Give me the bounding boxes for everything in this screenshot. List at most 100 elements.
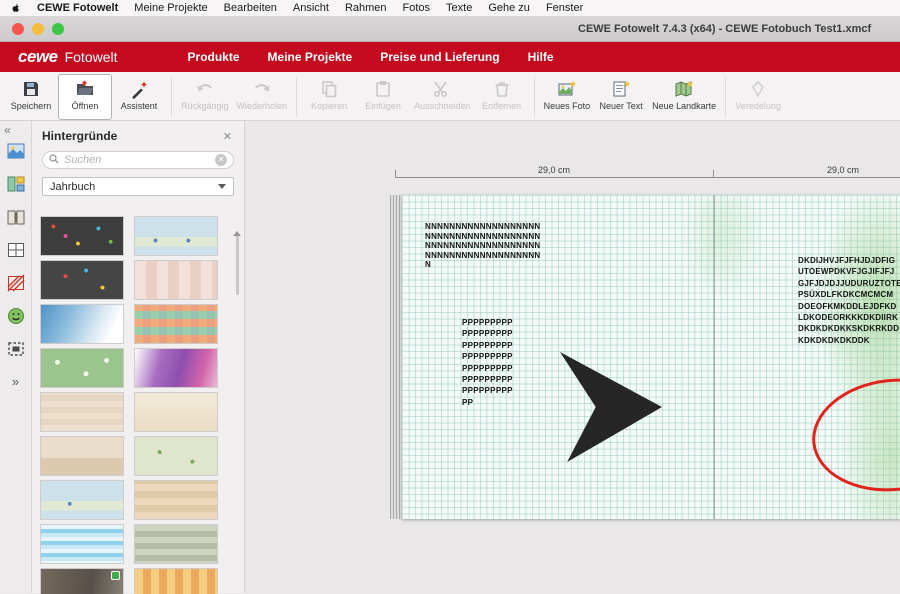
new-map-button[interactable]: Neue Landkarte (648, 74, 720, 120)
tool-rail: « » (0, 121, 32, 593)
new-text-icon (611, 79, 631, 99)
background-thumbnail[interactable] (40, 348, 124, 388)
copy-button-label: Kopieren (311, 101, 347, 111)
scissors-icon (432, 79, 452, 99)
red-circle-annotation[interactable] (807, 371, 900, 499)
window-title: CEWE Fotowelt 7.4.3 (x64) - CEWE Fotobuc… (578, 23, 871, 35)
nav-produkte[interactable]: Produkte (188, 50, 240, 64)
background-thumbnail[interactable] (134, 480, 218, 520)
close-panel-icon[interactable]: ✕ (223, 130, 232, 143)
menu-item-gehe-zu[interactable]: Gehe zu (488, 2, 530, 14)
undo-icon (195, 79, 215, 99)
menu-item-app[interactable]: CEWE Fotowelt (37, 2, 118, 14)
background-thumbnail[interactable] (134, 524, 218, 564)
menu-item-rahmen[interactable]: Rahmen (345, 2, 387, 14)
backgrounds-tab-active[interactable] (5, 273, 27, 293)
minimize-window-button[interactable] (32, 23, 44, 35)
search-icon (49, 151, 59, 169)
ruler-label-right-page: 29,0 cm (823, 165, 863, 175)
text-object-p[interactable]: PPPPPPPPP PPPPPPPPP PPPPPPPPP PPPPPPPPP … (462, 317, 513, 408)
new-photo-button[interactable]: Neues Foto (540, 74, 595, 120)
background-thumbnail[interactable] (40, 260, 124, 300)
panel-scrollbar[interactable] (233, 214, 242, 591)
new-text-button-label: Neuer Text (599, 101, 642, 111)
photos-tab[interactable] (5, 141, 27, 161)
toolbar-separator (296, 77, 297, 117)
horizontal-ruler (395, 177, 900, 178)
open-folder-icon (75, 79, 95, 99)
menu-item-texte[interactable]: Texte (446, 2, 472, 14)
new-text-button[interactable]: Neuer Text (594, 74, 648, 120)
brand-nav: Produkte Meine Projekte Preise und Liefe… (188, 50, 554, 64)
assistant-button-label: Assistent (121, 101, 158, 111)
menu-item-fotos[interactable]: Fotos (403, 2, 431, 14)
nav-meine-projekte[interactable]: Meine Projekte (268, 50, 353, 64)
background-thumbnail[interactable] (40, 524, 124, 564)
close-window-button[interactable] (12, 23, 24, 35)
app-window: CEWE Fotowelt Meine Projekte Bearbeiten … (0, 0, 900, 594)
cewe-logo: cewe (18, 47, 58, 67)
collapse-panel-chevron-icon[interactable]: « (4, 123, 11, 137)
background-thumbnail[interactable] (40, 392, 124, 432)
pages-tab[interactable] (5, 207, 27, 227)
background-thumbnail[interactable] (40, 480, 124, 520)
background-thumbnail[interactable] (40, 436, 124, 476)
frames-tab[interactable] (5, 240, 27, 260)
background-thumbnail[interactable] (134, 260, 218, 300)
chevron-down-icon (218, 184, 226, 189)
zoom-window-button[interactable] (52, 23, 64, 35)
nav-hilfe[interactable]: Hilfe (528, 50, 554, 64)
main-content: « » Hintergründe ✕ ✕ Jahrbuch (0, 121, 900, 593)
menu-item-meine-projekte[interactable]: Meine Projekte (134, 2, 207, 14)
brand-bar: cewe Fotowelt Produkte Meine Projekte Pr… (0, 42, 900, 72)
background-thumbnail[interactable] (134, 392, 218, 432)
cut-button-label: Ausschneiden (414, 101, 471, 111)
masks-tab[interactable] (5, 339, 27, 359)
scrollbar-thumb[interactable] (236, 235, 239, 295)
background-thumbnail[interactable] (40, 304, 124, 344)
background-thumbnail[interactable] (134, 436, 218, 476)
search-input[interactable] (64, 154, 210, 166)
menu-item-bearbeiten[interactable]: Bearbeiten (224, 2, 277, 14)
panel-title: Hintergründe (42, 129, 117, 143)
ruler-label-left-page: 29,0 cm (534, 165, 574, 175)
arrow-clipart-object[interactable] (560, 352, 662, 462)
book-spine (390, 195, 402, 519)
magic-wand-icon (129, 79, 149, 99)
background-thumbnail[interactable] (40, 568, 124, 594)
clear-search-icon[interactable]: ✕ (215, 154, 227, 166)
fotowelt-logo-text: Fotowelt (65, 49, 118, 65)
save-button-label: Speichern (11, 101, 52, 111)
open-button[interactable]: Öffnen (58, 74, 112, 120)
new-map-icon (674, 79, 694, 99)
toolbar-separator (171, 77, 172, 117)
background-thumbnail[interactable] (134, 304, 218, 344)
text-object-letters[interactable]: DKDIJHVJFJFHJDJDFIG UTOEWPDKVFJGJIFJFJ G… (798, 255, 900, 346)
redo-icon (252, 79, 272, 99)
search-box[interactable]: ✕ (42, 151, 234, 169)
cliparts-tab[interactable] (5, 306, 27, 326)
background-thumbnail[interactable] (134, 348, 218, 388)
text-object-n[interactable]: NNNNNNNNNNNNNNNNNNN NNNNNNNNNNNNNNNNNNN … (425, 222, 540, 270)
background-thumbnail[interactable] (134, 216, 218, 256)
assistant-button[interactable]: Assistent (112, 74, 166, 120)
background-thumbnail[interactable] (40, 216, 124, 256)
expand-more-chevron-icon[interactable]: » (12, 374, 19, 389)
panel-header: Hintergründe ✕ (32, 121, 244, 149)
photobook-spread[interactable]: NNNNNNNNNNNNNNNNNNN NNNNNNNNNNNNNNNNNNN … (402, 195, 900, 519)
redo-button-label: Wiederholen (237, 101, 288, 111)
finishing-button: Veredelung (731, 74, 785, 120)
editor-canvas: 29,0 cm 29,0 cm NNNNNNNNNNNNNNNNNNN NNNN… (245, 121, 900, 593)
layouts-tab[interactable] (5, 174, 27, 194)
menu-item-fenster[interactable]: Fenster (546, 2, 583, 14)
scroll-up-arrow-icon[interactable] (233, 214, 241, 236)
undo-button-label: Rückgängig (181, 101, 229, 111)
undo-button: Rückgängig (177, 74, 233, 120)
apple-menu-icon[interactable] (10, 3, 21, 14)
category-dropdown[interactable]: Jahrbuch (42, 177, 234, 196)
save-button[interactable]: Speichern (4, 74, 58, 120)
window-controls (12, 23, 64, 35)
menu-item-ansicht[interactable]: Ansicht (293, 2, 329, 14)
background-thumbnail[interactable] (134, 568, 218, 594)
nav-preise-und-lieferung[interactable]: Preise und Lieferung (380, 50, 499, 64)
